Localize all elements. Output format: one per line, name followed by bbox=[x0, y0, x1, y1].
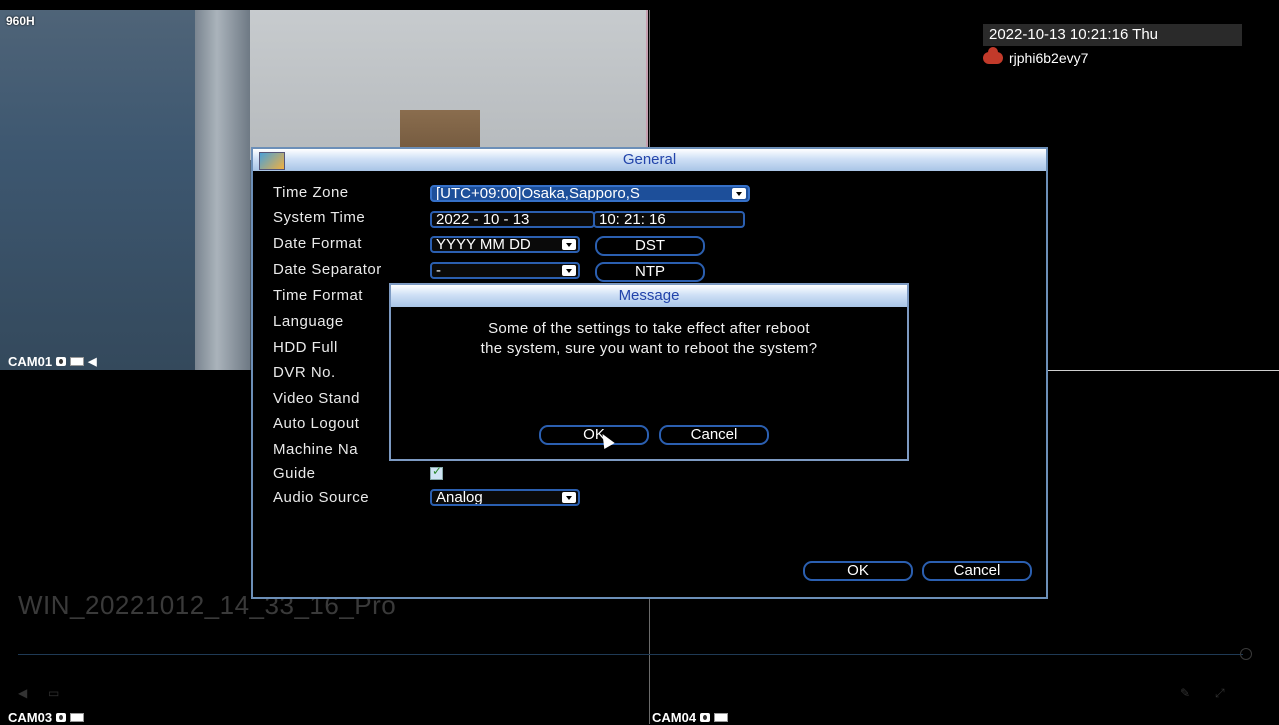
cam01-name: CAM01 bbox=[8, 354, 53, 369]
cam03-name: CAM03 bbox=[8, 710, 53, 725]
datetime-display: 2022-10-13 10:21:16 Thu bbox=[983, 24, 1242, 46]
system-date-field[interactable]: 2022 - 10 - 13 bbox=[430, 211, 595, 228]
player-seek-bar[interactable] bbox=[18, 654, 1243, 655]
general-dialog-title-bar[interactable]: General bbox=[253, 149, 1046, 171]
system-date-value: 2022 - 10 - 13 bbox=[436, 211, 530, 228]
chevron-down-icon bbox=[562, 239, 576, 250]
cloud-id: rjphi6b2evy7 bbox=[1009, 50, 1089, 66]
guide-label: Guide bbox=[273, 465, 316, 482]
date-separator-select[interactable]: - bbox=[430, 262, 580, 279]
date-format-select[interactable]: YYYY MM DD bbox=[430, 236, 580, 253]
cloud-status: rjphi6b2evy7 bbox=[983, 47, 1089, 66]
speaker-icon: ◀︎ bbox=[88, 356, 97, 368]
record-icon bbox=[56, 713, 67, 722]
dvr-no-label: DVR No. bbox=[273, 364, 336, 381]
general-ok-button[interactable]: OK bbox=[803, 561, 913, 581]
time-format-label: Time Format bbox=[273, 287, 363, 304]
machine-name-label: Machine Na bbox=[273, 441, 359, 458]
cam01-label: CAM01 ◀︎ bbox=[8, 354, 97, 369]
date-separator-label: Date Separator bbox=[273, 261, 382, 278]
general-cancel-button[interactable]: Cancel bbox=[922, 561, 1032, 581]
cloud-icon bbox=[983, 47, 1003, 64]
message-text: Some of the settings to take effect afte… bbox=[391, 319, 907, 359]
cam03-label: CAM03 bbox=[8, 710, 85, 725]
audio-source-label: Audio Source bbox=[273, 489, 370, 506]
chevron-down-icon bbox=[562, 265, 576, 276]
video-standard-label: Video Stand bbox=[273, 390, 360, 407]
date-separator-value: - bbox=[436, 262, 441, 279]
video-icon bbox=[70, 357, 85, 366]
message-line-1: Some of the settings to take effect afte… bbox=[488, 320, 810, 337]
cam01-resolution-label: 960H bbox=[6, 14, 35, 28]
edit-icon[interactable]: ✎ bbox=[1180, 686, 1190, 700]
ntp-button[interactable]: NTP bbox=[595, 262, 705, 282]
cam04-label: CAM04 bbox=[652, 710, 729, 725]
system-time-label: System Time bbox=[273, 209, 366, 226]
player-seek-knob[interactable] bbox=[1240, 648, 1252, 660]
system-clock-field[interactable]: 10: 21: 16 bbox=[593, 211, 745, 228]
expand-icon[interactable]: ⤢ bbox=[1215, 686, 1225, 701]
message-line-2: the system, sure you want to reboot the … bbox=[480, 340, 818, 357]
date-format-value: YYYY MM DD bbox=[436, 236, 531, 253]
video-icon bbox=[714, 713, 729, 722]
guide-checkbox[interactable] bbox=[430, 464, 443, 480]
audio-source-value: Analog bbox=[436, 489, 483, 506]
message-dialog-title-bar[interactable]: Message bbox=[391, 285, 907, 307]
auto-logout-label: Auto Logout bbox=[273, 415, 360, 432]
language-label: Language bbox=[273, 313, 344, 330]
chevron-down-icon bbox=[562, 492, 576, 503]
time-zone-value: [UTC+09:00]Osaka,Sapporo,S bbox=[436, 185, 640, 202]
general-dialog-title: General bbox=[622, 151, 677, 168]
message-ok-button[interactable]: OK bbox=[539, 425, 649, 445]
audio-source-select[interactable]: Analog bbox=[430, 489, 580, 506]
message-dialog-title: Message bbox=[618, 287, 680, 304]
chevron-down-icon bbox=[732, 188, 746, 199]
caption-icon[interactable]: ▭ bbox=[48, 686, 59, 700]
date-format-label: Date Format bbox=[273, 235, 362, 252]
time-zone-label: Time Zone bbox=[273, 184, 349, 201]
camera-feed-shelf-post bbox=[195, 10, 250, 370]
volume-icon[interactable]: ◀ bbox=[18, 686, 27, 700]
message-dialog: Message Some of the settings to take eff… bbox=[389, 283, 909, 461]
settings-icon bbox=[259, 152, 285, 170]
message-cancel-button[interactable]: Cancel bbox=[659, 425, 769, 445]
system-clock-value: 10: 21: 16 bbox=[599, 211, 666, 228]
cam04-name: CAM04 bbox=[652, 710, 697, 725]
record-icon bbox=[700, 713, 711, 722]
time-zone-select[interactable]: [UTC+09:00]Osaka,Sapporo,S bbox=[430, 185, 750, 202]
hdd-full-label: HDD Full bbox=[273, 339, 338, 356]
record-icon bbox=[56, 357, 67, 366]
dst-button[interactable]: DST bbox=[595, 236, 705, 256]
video-icon bbox=[70, 713, 85, 722]
